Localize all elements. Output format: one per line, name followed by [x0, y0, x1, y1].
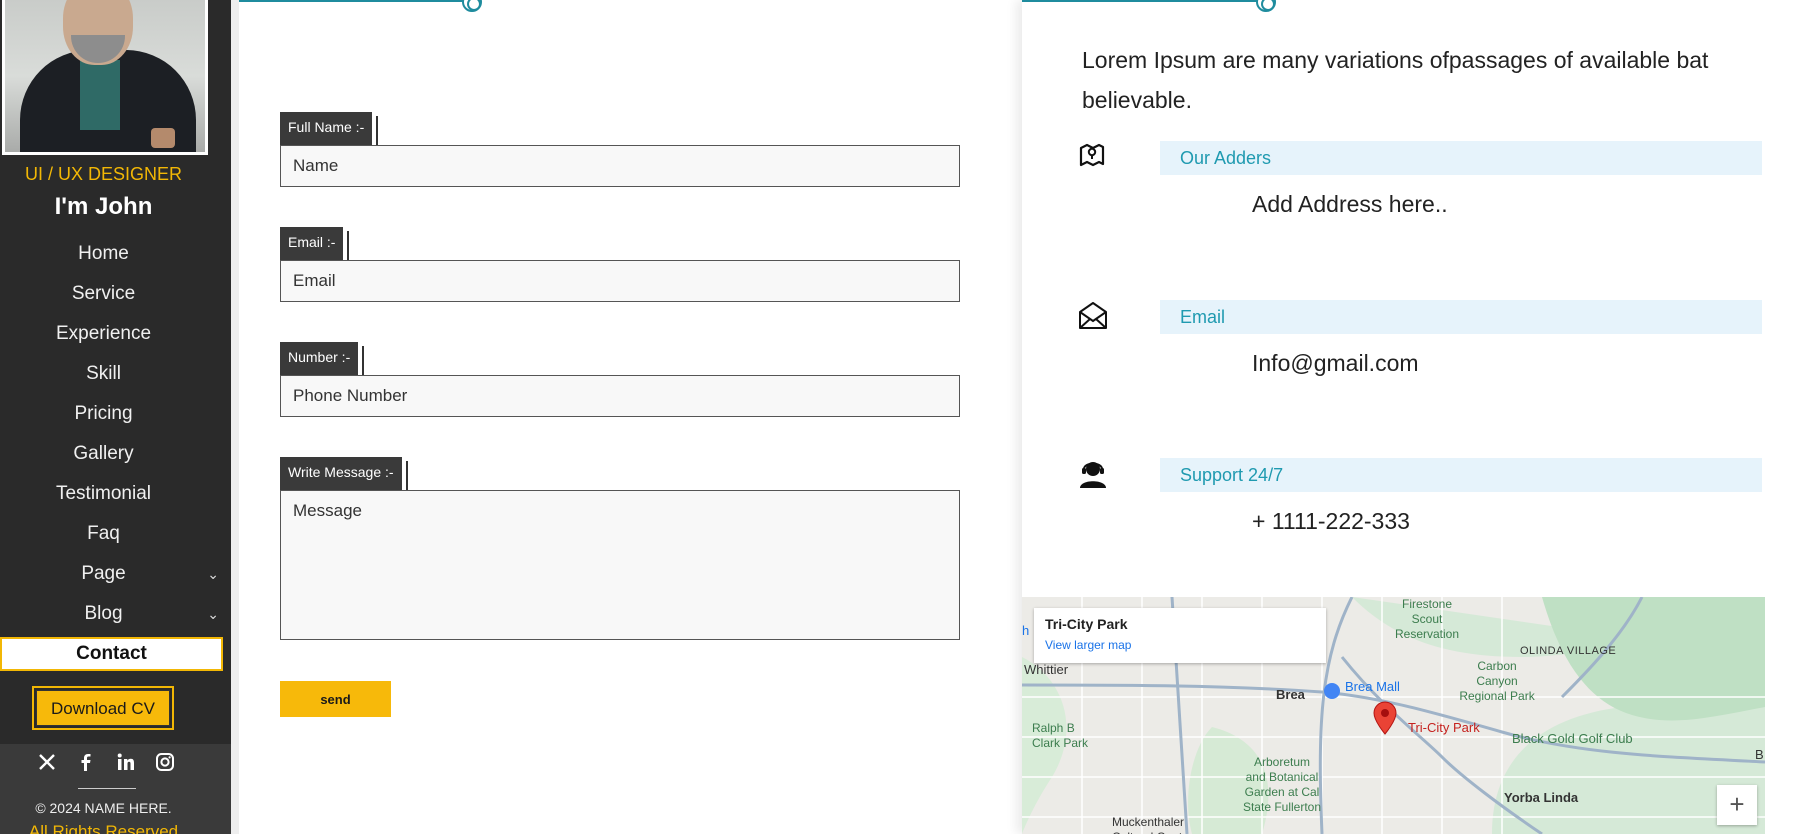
- map-label: Yorba Linda: [1504, 790, 1579, 805]
- map-label: Muckenthaler Cultural Center: [1112, 815, 1193, 834]
- google-map[interactable]: Tri-City Park View larger map h Whittier…: [1022, 597, 1765, 834]
- linkedin-icon[interactable]: [115, 752, 137, 774]
- nav-item-service[interactable]: Service: [0, 274, 207, 314]
- contact-form-panel: Full Name :- Email :- Number :- Write Me…: [239, 0, 1022, 834]
- nav-item-gallery[interactable]: Gallery: [0, 434, 207, 474]
- x-icon[interactable]: [36, 752, 58, 774]
- view-larger-map-link[interactable]: View larger map: [1045, 638, 1131, 652]
- nav-item-label: Experience: [55, 323, 152, 344]
- zoom-in-button[interactable]: +: [1717, 785, 1757, 825]
- map-label: Tri-City Park: [1408, 720, 1480, 735]
- address-title: Our Adders: [1160, 141, 1762, 175]
- nav-item-home[interactable]: Home: [0, 234, 207, 274]
- map-pin-icon: [1078, 141, 1108, 171]
- nav-item-testimonial[interactable]: Testimonial: [0, 474, 207, 514]
- number-field: Number :-: [280, 342, 960, 417]
- facebook-icon[interactable]: [75, 752, 97, 774]
- phone-input[interactable]: [280, 375, 960, 417]
- download-cv-button[interactable]: Download CV: [32, 686, 174, 730]
- mail-icon: [1078, 300, 1108, 330]
- nav-item-experience[interactable]: Experience: [0, 314, 207, 354]
- message-field: Write Message :-: [280, 457, 960, 640]
- decorative-dot: [462, 0, 482, 12]
- avatar-sweater: [80, 60, 120, 130]
- email-input[interactable]: [280, 260, 960, 302]
- nav-item-label: Home: [78, 243, 129, 264]
- sidebar-nav: Home Service Experience Skill Pricing Ga…: [0, 234, 224, 671]
- send-button[interactable]: send: [280, 681, 391, 717]
- decorative-dot: [1256, 0, 1276, 12]
- nav-item-label: Pricing: [74, 403, 133, 424]
- address-value: Add Address here..: [1252, 191, 1448, 217]
- map-marker-icon[interactable]: [1372, 701, 1398, 735]
- nav-item-label: Faq: [87, 523, 120, 544]
- copyright-text: © 2024 NAME HERE.: [35, 800, 172, 816]
- map-label: Black Gold Golf Club: [1512, 731, 1633, 746]
- nav-item-blog[interactable]: Blog ⌄: [0, 594, 219, 634]
- nav-item-skill[interactable]: Skill: [0, 354, 207, 394]
- shopping-bag-icon: [1324, 683, 1340, 699]
- number-label: Number :-: [280, 342, 365, 375]
- message-label: Write Message :-: [280, 457, 408, 490]
- social-footer: © 2024 NAME HERE. All Rights Reserved: [0, 744, 231, 834]
- full-name-label: Full Name :-: [280, 112, 379, 145]
- chevron-down-icon: ⌄: [207, 566, 219, 582]
- download-cv-label: Download CV: [36, 690, 170, 726]
- nav-item-label: Page: [81, 563, 126, 584]
- profile-role: UI / UX DESIGNER: [24, 164, 183, 184]
- nav-item-contact[interactable]: Contact: [0, 637, 223, 671]
- map-place-title: Tri-City Park: [1045, 616, 1128, 632]
- nav-item-pricing[interactable]: Pricing: [0, 394, 207, 434]
- avatar-phone: [151, 128, 175, 148]
- chevron-down-icon: ⌄: [207, 606, 219, 622]
- map-label: B: [1755, 747, 1764, 762]
- nav-item-label: Skill: [86, 363, 121, 384]
- email-title: Email: [1160, 300, 1762, 334]
- profile-name: I'm John: [54, 193, 153, 220]
- nav-item-label: Blog: [84, 603, 123, 624]
- message-textarea[interactable]: [280, 490, 960, 640]
- sidebar-edge: [231, 0, 239, 834]
- avatar: [2, 0, 208, 155]
- nav-item-faq[interactable]: Faq: [0, 514, 207, 554]
- map-label: Brea Mall: [1345, 679, 1400, 694]
- map-label: OLINDA VILLAGE: [1520, 645, 1617, 657]
- social-divider: [78, 788, 136, 789]
- decorative-line: [239, 0, 470, 2]
- full-name-input[interactable]: [280, 145, 960, 187]
- contact-intro: Lorem Ipsum are many variations ofpassag…: [1082, 47, 1709, 113]
- instagram-icon[interactable]: [154, 752, 176, 774]
- map-label: Arboretum and Botanical Garden at Cal St…: [1242, 755, 1322, 814]
- map-label: Firestone Scout Reservation: [1394, 597, 1460, 641]
- map-info-card: Tri-City Park View larger map: [1034, 608, 1326, 663]
- nav-item-label: Service: [71, 283, 136, 304]
- support-value: + 1111-222-333: [1252, 508, 1410, 534]
- email-value: Info@gmail.com: [1252, 350, 1419, 376]
- full-name-field: Full Name :-: [280, 112, 960, 187]
- social-links: [36, 752, 176, 774]
- map-label: Carbon Canyon Regional Park: [1459, 659, 1535, 703]
- map-label: Whittier: [1024, 662, 1069, 677]
- nav-item-label: Testimonial: [55, 483, 152, 504]
- nav-item-label: Contact: [76, 643, 147, 664]
- email-label: Email :-: [280, 227, 350, 260]
- sidebar: UI / UX DESIGNER I'm John Home Service E…: [0, 0, 231, 834]
- support-title: Support 24/7: [1160, 458, 1762, 492]
- headset-support-icon: [1078, 458, 1108, 488]
- map-label: h: [1022, 623, 1030, 638]
- nav-item-label: Gallery: [73, 443, 134, 464]
- rights-text: All Rights Reserved: [28, 822, 179, 834]
- map-label: Ralph B Clark Park: [1032, 721, 1089, 750]
- page: UI / UX DESIGNER I'm John Home Service E…: [0, 0, 1801, 834]
- email-field: Email :-: [280, 227, 960, 302]
- map-label: Brea: [1276, 687, 1305, 702]
- decorative-line: [1022, 0, 1264, 2]
- nav-item-page[interactable]: Page ⌄: [0, 554, 219, 594]
